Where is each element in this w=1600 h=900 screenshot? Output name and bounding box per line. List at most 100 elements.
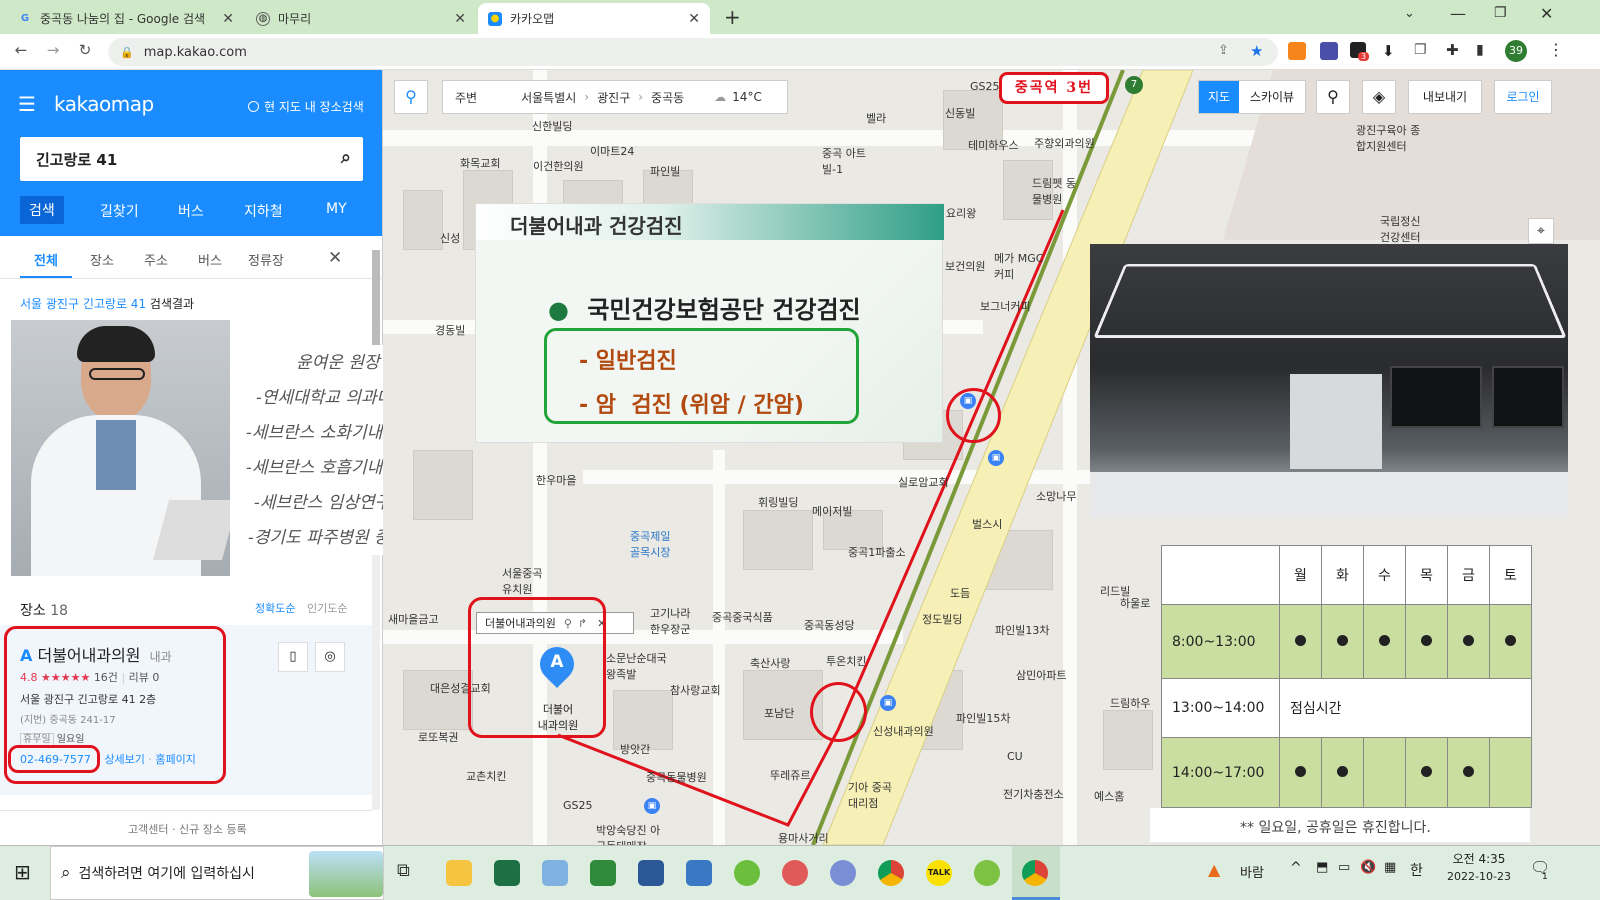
metamask-icon[interactable]: [1288, 42, 1306, 60]
category-all[interactable]: 전체: [34, 250, 58, 269]
bookmark-star-icon[interactable]: ★: [1250, 42, 1263, 60]
map-label[interactable]: 신성내과의원: [873, 723, 934, 739]
map-label[interactable]: 중곡동성당: [804, 617, 855, 633]
map-label[interactable]: 요리왕: [946, 205, 976, 221]
map-label[interactable]: 교촌치킨: [466, 768, 506, 784]
tab-google[interactable]: G 중곡동 나눔의 집 - Google 검색 ✕: [8, 3, 244, 34]
map-label[interactable]: 뚜레쥬르: [770, 767, 810, 783]
chrome-icon[interactable]: [1022, 860, 1048, 886]
reload-icon[interactable]: ↻: [74, 41, 96, 59]
close-window-button[interactable]: ✕: [1540, 4, 1553, 23]
minimize-button[interactable]: —: [1450, 4, 1466, 23]
map-label[interactable]: 중곡중국식품: [712, 609, 773, 625]
tab-mamuri[interactable]: ◍ 마무리 ✕: [246, 3, 476, 34]
login-button[interactable]: 로그인: [1494, 80, 1552, 114]
map-label[interactable]: 화목교회: [460, 155, 500, 171]
search-input[interactable]: 긴고랑로 41 ⌕: [20, 137, 363, 181]
map-label[interactable]: 도듬: [950, 585, 970, 601]
windows-start-icon[interactable]: ⊞: [14, 860, 31, 884]
puzzle-icon[interactable]: ✚: [1446, 41, 1459, 59]
weather-text[interactable]: 바람: [1240, 862, 1264, 881]
map-label[interactable]: 예스홈: [1094, 788, 1124, 804]
category-bus[interactable]: 버스: [198, 250, 222, 269]
map-label[interactable]: 로또복권: [418, 729, 458, 745]
download-icon[interactable]: ⬇: [1382, 42, 1395, 60]
map-label[interactable]: 전기차충전소: [1003, 786, 1064, 802]
bus-stop-icon[interactable]: ▣: [988, 450, 1004, 466]
nav-directions[interactable]: 길찾기: [100, 201, 139, 221]
sort-popular[interactable]: 인기도순: [307, 600, 347, 616]
keyboard-icon[interactable]: ▦: [1384, 860, 1396, 875]
nav-subway[interactable]: 지하철: [244, 201, 283, 221]
forward-icon[interactable]: →: [42, 41, 64, 59]
map-label[interactable]: 보그너커피: [980, 298, 1031, 314]
map-label[interactable]: 테미하우스: [968, 137, 1019, 153]
area-search-toggle[interactable]: 현 지도 내 장소검색: [248, 98, 364, 115]
close-icon[interactable]: ✕: [328, 248, 342, 268]
my-location-icon[interactable]: ⌖: [1528, 218, 1554, 244]
app-icon[interactable]: [590, 860, 616, 886]
kakaotalk-icon[interactable]: TALK: [926, 860, 952, 886]
map-label[interactable]: 광진구육아 종합지원센터: [1356, 122, 1426, 154]
nav-my[interactable]: MY: [326, 201, 347, 217]
app-icon[interactable]: [686, 860, 712, 886]
app-icon[interactable]: [542, 860, 568, 886]
map-pin-icon[interactable]: ◎: [315, 642, 345, 672]
sidepanel-icon[interactable]: ▮: [1476, 42, 1484, 58]
bus-stop-icon[interactable]: ▣: [880, 695, 896, 711]
layers-icon[interactable]: ◈: [1362, 80, 1396, 114]
address-bar[interactable]: 🔒 map.kakao.com ⇪ ★: [108, 38, 1278, 66]
app-icon[interactable]: [974, 860, 1000, 886]
map-label[interactable]: 메이저빌: [812, 503, 852, 519]
map-label[interactable]: 중곡동물병원: [646, 769, 707, 785]
map-label[interactable]: 한우마을: [536, 472, 576, 488]
ime-indicator[interactable]: 한: [1410, 860, 1423, 880]
map-label[interactable]: 파인빌: [650, 163, 680, 179]
sort-accuracy[interactable]: 정확도순: [255, 600, 295, 616]
nav-bus[interactable]: 버스: [178, 201, 204, 221]
map-label[interactable]: GS25: [970, 80, 1000, 93]
map-label[interactable]: 축산사랑: [750, 655, 790, 671]
export-button[interactable]: 내보내기: [1408, 80, 1482, 114]
hamburger-icon[interactable]: ☰: [18, 92, 36, 116]
clock-time[interactable]: 오전 4:35: [1446, 850, 1512, 867]
excel-icon[interactable]: [494, 860, 520, 886]
map-label[interactable]: 용마사거리: [778, 830, 829, 846]
tab-search-icon[interactable]: ⌄: [1404, 6, 1415, 21]
weather-icon[interactable]: ▲: [1208, 860, 1220, 879]
restore-button[interactable]: ❐: [1494, 5, 1507, 21]
close-icon[interactable]: ✕: [688, 11, 700, 27]
category-address[interactable]: 주소: [144, 250, 168, 269]
map-label[interactable]: 드림하우: [1110, 695, 1150, 711]
clock-date[interactable]: 2022-10-23: [1442, 870, 1516, 883]
network-icon[interactable]: ▭: [1338, 860, 1350, 875]
bookmark-icon[interactable]: ▯: [278, 642, 308, 672]
map-label[interactable]: 경동빌: [435, 322, 465, 338]
back-icon[interactable]: ←: [10, 41, 32, 59]
profile-avatar[interactable]: 39: [1505, 40, 1527, 62]
menu-icon[interactable]: ⋮: [1548, 40, 1564, 59]
view-map-button[interactable]: 지도: [1199, 81, 1239, 113]
map-label[interactable]: 메가 MGC커피: [994, 250, 1044, 282]
map-label[interactable]: 기아 중곡대리점: [848, 779, 902, 811]
map-label[interactable]: 벨라: [866, 110, 886, 126]
map-label[interactable]: 이마트24: [590, 143, 634, 159]
map-label[interactable]: 파인빌13차: [995, 622, 1049, 638]
new-tab-button[interactable]: +: [724, 5, 741, 29]
taskbar-search[interactable]: ⌕ 검색하려면 여기에 입력하십시: [50, 846, 384, 900]
kakaomap-logo[interactable]: kakaomap: [54, 92, 154, 116]
map-label[interactable]: 투온치킨: [826, 653, 866, 669]
map-label[interactable]: 신한빌딩: [532, 118, 572, 134]
map-label[interactable]: 소망나무: [1036, 488, 1076, 504]
copy-icon[interactable]: ❐: [1414, 42, 1427, 58]
paint-icon[interactable]: [830, 860, 856, 886]
breadcrumb-gu[interactable]: 광진구: [597, 89, 630, 106]
task-view-icon[interactable]: ⧉: [397, 860, 423, 886]
map-label[interactable]: 중곡제일 골목시장: [630, 528, 680, 560]
map-label[interactable]: GS25: [563, 799, 593, 812]
map-label[interactable]: 서울중곡 유치원: [502, 565, 547, 597]
location-pin-icon[interactable]: ⚲: [394, 80, 428, 114]
nav-search[interactable]: 검색: [20, 196, 64, 224]
map-label[interactable]: 신성: [440, 230, 460, 246]
map-label[interactable]: 이건한의원: [533, 158, 584, 174]
